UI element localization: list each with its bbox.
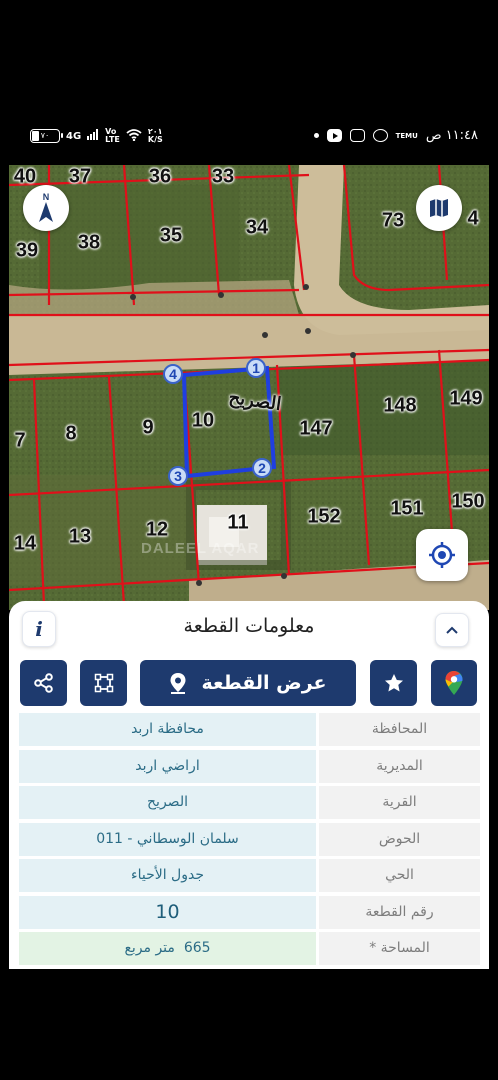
parcel-label[interactable]: 14 (14, 533, 36, 556)
map-icon (430, 199, 448, 217)
polygon-select-icon (94, 673, 113, 693)
svg-text:N: N (43, 192, 50, 202)
wifi-icon (126, 128, 142, 144)
field-value: جدول الأحياء (19, 859, 316, 892)
show-parcel-button[interactable]: عرض القطعة (140, 660, 356, 706)
youtube-icon (326, 129, 342, 142)
field-value: محافظة اربد (19, 713, 316, 746)
action-bar: عرض القطعة (9, 660, 489, 708)
google-maps-icon (445, 671, 463, 695)
notification-dot (313, 133, 319, 138)
field-row-area: 665 متر مربع المساحة * (19, 932, 480, 965)
collapse-button[interactable] (435, 613, 469, 647)
parcel-label[interactable]: 12 (146, 519, 168, 542)
parcel-label[interactable]: 34 (246, 217, 268, 240)
signal-icon (87, 129, 99, 143)
show-parcel-label: عرض القطعة (201, 672, 327, 694)
parcel-vertex[interactable]: 4 (163, 364, 183, 384)
parcel-label[interactable]: 33 (212, 166, 234, 189)
field-row-governorate: محافظة اربد المحافظة (19, 713, 480, 746)
boundary-button[interactable] (80, 660, 127, 706)
share-icon (33, 673, 53, 693)
compass-button[interactable]: N (23, 185, 69, 231)
parcel-label[interactable]: 148 (383, 395, 416, 418)
parcel-label[interactable]: 152 (307, 506, 340, 529)
temu-icon: TEMU (395, 131, 418, 140)
locate-me-button[interactable] (416, 529, 468, 581)
favorite-button[interactable] (370, 660, 417, 706)
parcel-label[interactable]: 147 (299, 418, 332, 441)
status-right: TEMU ١١:٤٨ ص (313, 128, 478, 143)
compass-icon: N (39, 192, 53, 222)
field-value: سلمان الوسطاني - 011 (19, 822, 316, 856)
field-value: اراضي اربد (19, 749, 316, 783)
network-type: 4G (66, 130, 82, 142)
parcel-label[interactable]: 40 (14, 166, 36, 189)
data-speed: ٢٠١ K/S (147, 127, 163, 144)
parcel-label[interactable]: 10 (192, 410, 214, 433)
field-row-directorate: اراضي اربد المديرية (19, 749, 480, 783)
field-label: القرية (319, 786, 480, 819)
parcel-label[interactable]: 38 (78, 232, 100, 255)
volte-indicator: Vo LTE (105, 127, 120, 144)
field-value: الصريح (19, 786, 316, 819)
instagram-icon (349, 129, 365, 142)
field-value: 10 (19, 895, 316, 929)
star-icon (384, 674, 403, 692)
parcel-vertex[interactable]: 2 (252, 458, 272, 478)
field-value: 665 متر مربع (19, 932, 316, 965)
parcel-label[interactable]: 9 (142, 417, 153, 440)
field-label: المحافظة (319, 713, 480, 746)
parcel-label[interactable]: 4 (467, 208, 478, 231)
parcel-label[interactable]: 151 (390, 498, 423, 521)
field-row-basin: سلمان الوسطاني - 011 الحوض (19, 822, 480, 856)
parcel-fields: محافظة اربد المحافظة اراضي اربد المديرية… (19, 713, 480, 969)
satellite-map[interactable]: 40 37 36 33 34 35 38 39 73 4 148 149 147… (9, 165, 489, 610)
parcel-label[interactable]: 7 (14, 430, 25, 453)
parcel-label[interactable]: 150 (451, 491, 484, 514)
parcel-label[interactable]: 149 (449, 388, 482, 411)
field-label: الحي (319, 859, 480, 892)
panel-header: i معلومات القطعة (9, 601, 489, 657)
field-row-village: الصريح القرية (19, 786, 480, 819)
whatsapp-icon (372, 129, 388, 142)
location-pin-icon (170, 673, 186, 694)
field-label: المساحة * (319, 932, 480, 965)
status-left: ٧٠ 4G Vo LTE ٢٠١ K/S (30, 128, 163, 144)
field-label: الحوض (319, 822, 480, 856)
clock: ١١:٤٨ ص (425, 128, 478, 143)
parcel-vertex[interactable]: 3 (168, 466, 188, 486)
battery-icon: ٧٠ (30, 129, 63, 143)
parcel-info-panel: i معلومات القطعة عرض القطعة محافظة اربد … (9, 601, 489, 969)
field-row-district: جدول الأحياء الحي (19, 859, 480, 892)
crosshair-icon (429, 542, 455, 568)
parcel-label[interactable]: 35 (160, 225, 182, 248)
status-bar: ٧٠ 4G Vo LTE ٢٠١ K/S TEMU ١١:٤٨ ص (0, 122, 498, 154)
field-label: المديرية (319, 749, 480, 783)
parcel-label[interactable]: 39 (16, 240, 38, 263)
field-row-parcel-number: 10 رقم القطعة (19, 895, 480, 929)
chevron-up-icon (446, 626, 458, 634)
parcel-label[interactable]: 37 (69, 166, 91, 189)
field-label: رقم القطعة (319, 895, 480, 929)
parcel-label[interactable]: 73 (382, 210, 404, 233)
panel-title: معلومات القطعة (183, 615, 315, 637)
watermark: DALEEL AQAR (141, 540, 260, 557)
parcel-label[interactable]: 8 (65, 423, 76, 446)
parcel-label[interactable]: 11 (227, 512, 248, 535)
share-button[interactable] (20, 660, 67, 706)
parcel-label[interactable]: 13 (69, 526, 91, 549)
parcel-label[interactable]: 36 (149, 166, 171, 189)
map-layers-button[interactable] (416, 185, 462, 231)
parcel-vertex[interactable]: 1 (246, 358, 266, 378)
google-maps-button[interactable] (431, 660, 477, 706)
